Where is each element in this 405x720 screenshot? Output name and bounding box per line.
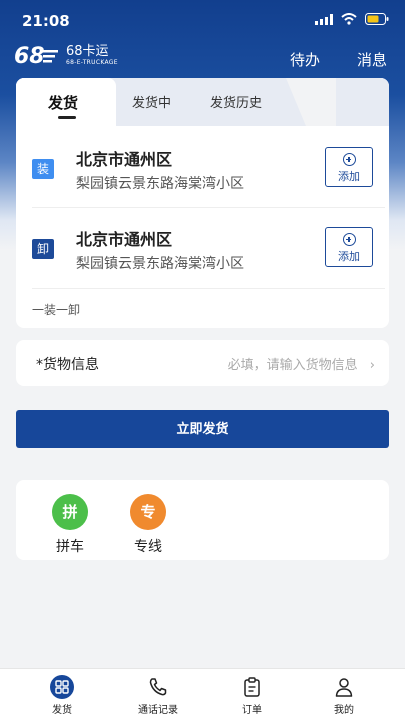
loading-tag: 装 [32, 159, 54, 179]
service-dedicated-line[interactable]: 专 专线 [126, 494, 170, 556]
phone-icon [149, 678, 167, 696]
unloading-address-title: 北京市通州区 [76, 230, 173, 249]
tab-history[interactable]: 发货历史 [210, 92, 262, 111]
signal-icon [315, 13, 333, 25]
nav-call-log[interactable]: 通话记录 [118, 675, 198, 716]
tab-shipping[interactable]: 发货中 [132, 92, 171, 111]
services-card: 拼 拼车 专 专线 [16, 480, 389, 560]
plus-circle-icon [342, 153, 356, 166]
plus-circle-icon [342, 233, 356, 246]
add-unloading-button[interactable]: 添加 [325, 227, 373, 267]
unloading-tag: 卸 [32, 239, 54, 259]
user-icon [335, 678, 353, 697]
status-time: 21:08 [22, 12, 70, 30]
loading-address-title: 北京市通州区 [76, 150, 173, 169]
unloading-address-detail: 梨园镇云景东路海棠湾小区 [76, 256, 244, 272]
tab-bar: 发货 发货中 发货历史 [16, 78, 389, 126]
service-carpool[interactable]: 拼 拼车 [48, 494, 92, 556]
load-mode-label: 一装一卸 [32, 303, 81, 317]
app-header: 68 68卡运 68-E-TRUCKAGE 待办 消息 [0, 40, 405, 76]
wifi-icon [341, 13, 357, 25]
goods-info-placeholder: 必填，请输入货物信息 › [227, 358, 375, 373]
chevron-right-icon: › [369, 358, 375, 373]
dedicated-line-icon: 专 [130, 494, 166, 530]
divider [32, 288, 385, 289]
service-carpool-label: 拼车 [56, 539, 84, 555]
clipboard-icon [244, 677, 260, 697]
status-icons [315, 13, 389, 25]
tab-active-indicator [58, 116, 76, 119]
tab-ship[interactable]: 发货 [48, 92, 78, 113]
brand-name: 68卡运 [66, 43, 109, 59]
service-dedicated-line-label: 专线 [134, 539, 162, 555]
status-bar: 21:08 [0, 0, 405, 40]
bottom-nav: 发货 通话记录 订单 我的 [0, 668, 405, 720]
brand-logo: 68 68卡运 68-E-TRUCKAGE [14, 42, 118, 68]
unloading-address[interactable]: 卸 北京市通州区 梨园镇云景东路海棠湾小区 添加 [16, 207, 389, 287]
nav-orders[interactable]: 订单 [212, 675, 292, 716]
goods-info-row[interactable]: *货物信息 必填，请输入货物信息 › [16, 340, 389, 386]
ship-now-button[interactable]: 立即发货 [16, 410, 389, 448]
goods-info-label: *货物信息 [36, 357, 99, 373]
messages-link[interactable]: 消息 [357, 49, 387, 70]
grid-icon [50, 675, 74, 699]
svg-text:68: 68 [14, 44, 45, 68]
nav-ship[interactable]: 发货 [22, 675, 102, 716]
nav-profile[interactable]: 我的 [304, 675, 384, 716]
brand-subtitle: 68-E-TRUCKAGE [66, 58, 118, 66]
battery-icon [365, 13, 389, 25]
add-loading-button[interactable]: 添加 [325, 147, 373, 187]
carpool-icon: 拼 [52, 494, 88, 530]
loading-address-detail: 梨园镇云景东路海棠湾小区 [76, 176, 244, 192]
todo-link[interactable]: 待办 [290, 49, 320, 70]
loading-address[interactable]: 装 北京市通州区 梨园镇云景东路海棠湾小区 添加 [16, 127, 389, 207]
logo-mark-icon: 68 [14, 44, 58, 68]
